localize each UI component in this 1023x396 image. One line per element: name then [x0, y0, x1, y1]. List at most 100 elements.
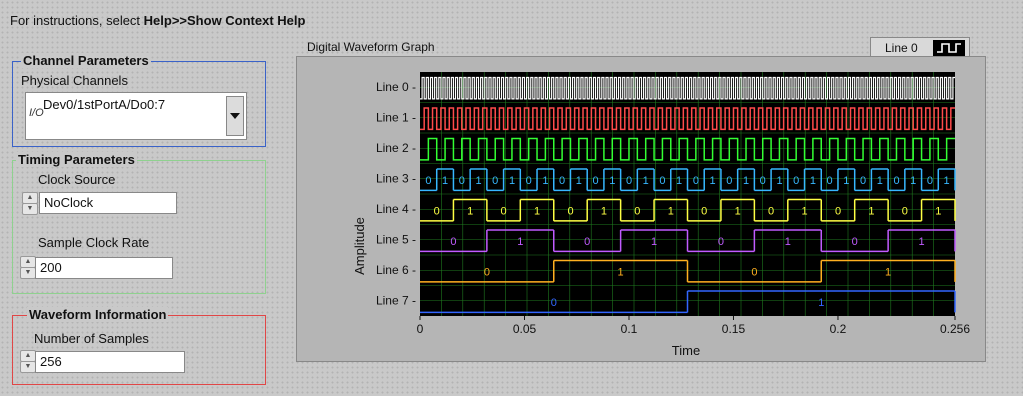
x-tick-label: 0.15	[722, 322, 746, 336]
bit-value-label: 0	[425, 175, 431, 187]
bit-value-label: 1	[944, 175, 950, 187]
waveform-information-title: Waveform Information	[27, 307, 169, 322]
bit-value-label: 0	[718, 236, 724, 248]
bit-value-label: 1	[668, 206, 674, 218]
instructions-help-path: Help>>Show Context Help	[143, 13, 306, 28]
bit-value-label: 1	[643, 175, 649, 187]
bit-value-label: 1	[810, 175, 816, 187]
physical-channels-dropdown-button[interactable]	[226, 96, 244, 136]
io-icon: I/O	[29, 107, 44, 119]
line-label: Line 1 -	[376, 110, 416, 124]
line-label: Line 6 -	[376, 263, 416, 277]
x-axis-label: Time	[672, 343, 700, 358]
bit-value-label: 0	[852, 236, 858, 248]
waveform-plot: Amplitude 010101010101010101010101010101…	[352, 72, 970, 358]
instructions-text: For instructions, select Help>>Show Cont…	[10, 13, 305, 28]
bit-value-label: 0	[751, 267, 757, 279]
x-tick-label: 0	[417, 322, 424, 336]
number-of-samples-stepper[interactable]: ▲ ▼	[20, 350, 36, 373]
bit-value-label: 1	[743, 175, 749, 187]
bit-value-label: 0	[659, 175, 665, 187]
clock-source-ring-arrows[interactable]: ▲ ▼	[22, 192, 38, 215]
bit-value-label: 1	[919, 236, 925, 248]
decrement-arrow-icon[interactable]: ▼	[20, 267, 36, 279]
bit-value-label: 0	[559, 175, 565, 187]
bit-value-label: 1	[534, 206, 540, 218]
bit-value-label: 0	[584, 236, 590, 248]
timing-parameters-title: Timing Parameters	[16, 152, 137, 167]
bit-value-label: 0	[793, 175, 799, 187]
bit-value-label: 0	[626, 175, 632, 187]
bit-value-label: 1	[910, 175, 916, 187]
bit-value-label: 0	[726, 175, 732, 187]
chevron-down-icon	[230, 113, 240, 119]
bit-value-label: 0	[893, 175, 899, 187]
bit-value-label: 0	[492, 175, 498, 187]
line-label: Line 4 -	[376, 202, 416, 216]
bit-value-label: 0	[592, 175, 598, 187]
line-label: Line 2 -	[376, 141, 416, 155]
bit-value-label: 1	[735, 206, 741, 218]
clock-source-label: Clock Source	[38, 172, 116, 187]
instructions-prefix: For instructions, select	[10, 13, 144, 28]
bit-value-label: 1	[818, 297, 824, 309]
line-label: Line 5 -	[376, 232, 416, 246]
x-tick-label: 0.2	[830, 322, 847, 336]
bit-value-label: 0	[760, 175, 766, 187]
bit-value-label: 1	[676, 175, 682, 187]
decrement-arrow-icon[interactable]: ▼	[22, 203, 38, 215]
bit-value-label: 0	[501, 206, 507, 218]
bit-value-label: 1	[877, 175, 883, 187]
sample-clock-rate-field[interactable]: 200	[35, 257, 173, 279]
x-tick-label: 0.256	[940, 322, 970, 336]
bit-value-label: 0	[459, 175, 465, 187]
bit-value-label: 1	[618, 267, 624, 279]
line-label: Line 0 -	[376, 80, 416, 94]
decrement-arrow-icon[interactable]: ▼	[20, 361, 36, 373]
graph-title: Digital Waveform Graph	[307, 40, 435, 54]
bit-value-label: 1	[710, 175, 716, 187]
bit-value-label: 1	[442, 175, 448, 187]
bit-value-label: 0	[693, 175, 699, 187]
bit-value-label: 1	[467, 206, 473, 218]
y-axis-label: Amplitude	[352, 217, 367, 275]
bit-value-label: 1	[542, 175, 548, 187]
bit-value-label: 1	[868, 206, 874, 218]
x-tick-label: 0.1	[621, 322, 638, 336]
x-tick-label: 0.05	[513, 322, 537, 336]
bit-value-label: 0	[768, 206, 774, 218]
channel-parameters-title: Channel Parameters	[21, 53, 151, 68]
bit-value-label: 0	[567, 206, 573, 218]
bit-value-label: 0	[927, 175, 933, 187]
sample-clock-rate-label: Sample Clock Rate	[38, 235, 150, 250]
digital-waveform-icon	[933, 40, 965, 56]
bit-value-label: 0	[701, 206, 707, 218]
bit-value-label: 0	[902, 206, 908, 218]
bit-value-label: 0	[835, 206, 841, 218]
bit-value-label: 1	[609, 175, 615, 187]
clock-source-field[interactable]: NoClock	[39, 192, 177, 214]
number-of-samples-field[interactable]: 256	[35, 351, 185, 373]
bit-value-label: 1	[517, 236, 523, 248]
number-of-samples-label: Number of Samples	[34, 331, 149, 346]
bit-value-label: 1	[475, 175, 481, 187]
bit-value-label: 0	[827, 175, 833, 187]
bit-value-label: 1	[885, 267, 891, 279]
bit-value-label: 1	[576, 175, 582, 187]
bit-value-label: 1	[935, 206, 941, 218]
line-label: Line 3 -	[376, 171, 416, 185]
bit-value-label: 1	[776, 175, 782, 187]
legend-label: Line 0	[885, 41, 918, 55]
bit-value-label: 1	[651, 236, 657, 248]
bit-value-label: 0	[860, 175, 866, 187]
physical-channels-control[interactable]: I/O Dev0/1stPortA/Do0:7	[25, 92, 247, 140]
bit-value-label: 0	[484, 267, 490, 279]
bit-value-label: 1	[601, 206, 607, 218]
bit-value-label: 1	[801, 206, 807, 218]
physical-channels-value: Dev0/1stPortA/Do0:7	[43, 97, 166, 112]
bit-value-label: 0	[434, 206, 440, 218]
bit-value-label: 0	[450, 236, 456, 248]
bit-value-label: 1	[509, 175, 515, 187]
bit-value-label: 0	[526, 175, 532, 187]
sample-clock-rate-stepper[interactable]: ▲ ▼	[20, 256, 36, 279]
